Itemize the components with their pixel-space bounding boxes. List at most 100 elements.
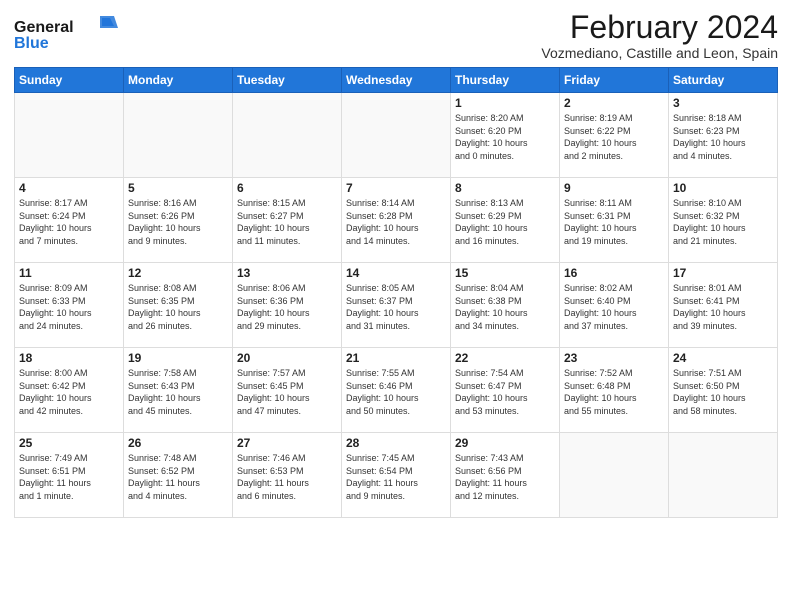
calendar-cell: 25 Sunrise: 7:49 AM Sunset: 6:51 PM Dayli… <box>15 433 124 518</box>
location: Vozmediano, Castille and Leon, Spain <box>541 45 778 61</box>
month-title: February 2024 <box>541 10 778 45</box>
day-number: 25 <box>19 436 119 450</box>
day-number: 3 <box>673 96 773 110</box>
day-info: Sunrise: 8:15 AM Sunset: 6:27 PM Dayligh… <box>237 197 337 247</box>
header-thursday: Thursday <box>451 68 560 93</box>
day-info: Sunrise: 8:04 AM Sunset: 6:38 PM Dayligh… <box>455 282 555 332</box>
day-info: Sunrise: 8:06 AM Sunset: 6:36 PM Dayligh… <box>237 282 337 332</box>
calendar-cell: 22 Sunrise: 7:54 AM Sunset: 6:47 PM Dayli… <box>451 348 560 433</box>
header: General Blue February 2024 Vozmediano, C… <box>14 10 778 61</box>
calendar-cell: 21 Sunrise: 7:55 AM Sunset: 6:46 PM Dayli… <box>342 348 451 433</box>
calendar-cell: 11Sunrise: 8:09 AM Sunset: 6:33 PM Dayli… <box>15 263 124 348</box>
day-number: 5 <box>128 181 228 195</box>
calendar-cell: 23 Sunrise: 7:52 AM Sunset: 6:48 PM Dayli… <box>560 348 669 433</box>
calendar-cell: 9 Sunrise: 8:11 AM Sunset: 6:31 PM Daylig… <box>560 178 669 263</box>
calendar-cell: 27Sunrise: 7:46 AM Sunset: 6:53 PM Dayli… <box>233 433 342 518</box>
day-info: Sunrise: 8:18 AM Sunset: 6:23 PM Dayligh… <box>673 112 773 162</box>
day-info: Sunrise: 8:10 AM Sunset: 6:32 PM Dayligh… <box>673 197 773 247</box>
day-number: 12 <box>128 266 228 280</box>
calendar-week-row: 1 Sunrise: 8:20 AM Sunset: 6:20 PM Daylig… <box>15 93 778 178</box>
calendar-cell: 14 Sunrise: 8:05 AM Sunset: 6:37 PM Dayli… <box>342 263 451 348</box>
day-number: 27 <box>237 436 337 450</box>
calendar-cell: 26 Sunrise: 7:48 AM Sunset: 6:52 PM Dayli… <box>124 433 233 518</box>
day-number: 9 <box>564 181 664 195</box>
day-number: 18 <box>19 351 119 365</box>
calendar-cell: 28 Sunrise: 7:45 AM Sunset: 6:54 PM Dayli… <box>342 433 451 518</box>
day-info: Sunrise: 7:58 AM Sunset: 6:43 PM Dayligh… <box>128 367 228 417</box>
day-info: Sunrise: 8:20 AM Sunset: 6:20 PM Dayligh… <box>455 112 555 162</box>
calendar-cell: 5 Sunrise: 8:16 AM Sunset: 6:26 PM Daylig… <box>124 178 233 263</box>
day-info: Sunrise: 8:17 AM Sunset: 6:24 PM Dayligh… <box>19 197 119 247</box>
svg-text:Blue: Blue <box>14 35 49 52</box>
calendar-cell: 1 Sunrise: 8:20 AM Sunset: 6:20 PM Daylig… <box>451 93 560 178</box>
day-info: Sunrise: 7:48 AM Sunset: 6:52 PM Dayligh… <box>128 452 228 502</box>
day-number: 13 <box>237 266 337 280</box>
header-friday: Friday <box>560 68 669 93</box>
calendar-cell <box>15 93 124 178</box>
calendar-cell: 15 Sunrise: 8:04 AM Sunset: 6:38 PM Dayli… <box>451 263 560 348</box>
day-number: 4 <box>19 181 119 195</box>
calendar-cell: 2 Sunrise: 8:19 AM Sunset: 6:22 PM Daylig… <box>560 93 669 178</box>
day-info: Sunrise: 7:49 AM Sunset: 6:51 PM Dayligh… <box>19 452 119 502</box>
calendar-cell: 7 Sunrise: 8:14 AM Sunset: 6:28 PM Daylig… <box>342 178 451 263</box>
day-number: 17 <box>673 266 773 280</box>
calendar-cell: 3 Sunrise: 8:18 AM Sunset: 6:23 PM Daylig… <box>669 93 778 178</box>
day-info: Sunrise: 8:19 AM Sunset: 6:22 PM Dayligh… <box>564 112 664 162</box>
day-info: Sunrise: 7:43 AM Sunset: 6:56 PM Dayligh… <box>455 452 555 502</box>
day-info: Sunrise: 8:16 AM Sunset: 6:26 PM Dayligh… <box>128 197 228 247</box>
day-info: Sunrise: 8:11 AM Sunset: 6:31 PM Dayligh… <box>564 197 664 247</box>
day-info: Sunrise: 8:14 AM Sunset: 6:28 PM Dayligh… <box>346 197 446 247</box>
calendar-week-row: 11Sunrise: 8:09 AM Sunset: 6:33 PM Dayli… <box>15 263 778 348</box>
calendar-cell <box>124 93 233 178</box>
calendar-cell <box>560 433 669 518</box>
day-info: Sunrise: 7:52 AM Sunset: 6:48 PM Dayligh… <box>564 367 664 417</box>
calendar-week-row: 25 Sunrise: 7:49 AM Sunset: 6:51 PM Dayli… <box>15 433 778 518</box>
day-info: Sunrise: 7:54 AM Sunset: 6:47 PM Dayligh… <box>455 367 555 417</box>
day-number: 6 <box>237 181 337 195</box>
calendar-cell: 10Sunrise: 8:10 AM Sunset: 6:32 PM Dayli… <box>669 178 778 263</box>
day-number: 22 <box>455 351 555 365</box>
day-info: Sunrise: 8:05 AM Sunset: 6:37 PM Dayligh… <box>346 282 446 332</box>
day-number: 28 <box>346 436 446 450</box>
calendar-week-row: 18 Sunrise: 8:00 AM Sunset: 6:42 PM Dayli… <box>15 348 778 433</box>
calendar-cell: 8 Sunrise: 8:13 AM Sunset: 6:29 PM Daylig… <box>451 178 560 263</box>
page: General Blue February 2024 Vozmediano, C… <box>0 0 792 612</box>
calendar-cell: 29Sunrise: 7:43 AM Sunset: 6:56 PM Dayli… <box>451 433 560 518</box>
logo-text: General Blue <box>14 14 124 59</box>
day-info: Sunrise: 7:45 AM Sunset: 6:54 PM Dayligh… <box>346 452 446 502</box>
day-number: 21 <box>346 351 446 365</box>
day-number: 19 <box>128 351 228 365</box>
day-number: 14 <box>346 266 446 280</box>
day-number: 15 <box>455 266 555 280</box>
day-info: Sunrise: 8:09 AM Sunset: 6:33 PM Dayligh… <box>19 282 119 332</box>
calendar-cell: 18 Sunrise: 8:00 AM Sunset: 6:42 PM Dayli… <box>15 348 124 433</box>
calendar-week-row: 4 Sunrise: 8:17 AM Sunset: 6:24 PM Daylig… <box>15 178 778 263</box>
calendar-cell: 17Sunrise: 8:01 AM Sunset: 6:41 PM Dayli… <box>669 263 778 348</box>
day-info: Sunrise: 7:55 AM Sunset: 6:46 PM Dayligh… <box>346 367 446 417</box>
day-info: Sunrise: 8:08 AM Sunset: 6:35 PM Dayligh… <box>128 282 228 332</box>
header-wednesday: Wednesday <box>342 68 451 93</box>
calendar-cell: 6 Sunrise: 8:15 AM Sunset: 6:27 PM Daylig… <box>233 178 342 263</box>
day-number: 23 <box>564 351 664 365</box>
day-number: 8 <box>455 181 555 195</box>
day-number: 2 <box>564 96 664 110</box>
day-number: 26 <box>128 436 228 450</box>
day-number: 7 <box>346 181 446 195</box>
calendar-cell: 24Sunrise: 7:51 AM Sunset: 6:50 PM Dayli… <box>669 348 778 433</box>
calendar-cell <box>669 433 778 518</box>
day-info: Sunrise: 8:13 AM Sunset: 6:29 PM Dayligh… <box>455 197 555 247</box>
header-monday: Monday <box>124 68 233 93</box>
calendar-cell: 16Sunrise: 8:02 AM Sunset: 6:40 PM Dayli… <box>560 263 669 348</box>
header-sunday: Sunday <box>15 68 124 93</box>
day-number: 1 <box>455 96 555 110</box>
calendar-cell: 13 Sunrise: 8:06 AM Sunset: 6:36 PM Dayli… <box>233 263 342 348</box>
logo: General Blue <box>14 14 124 59</box>
title-block: February 2024 Vozmediano, Castille and L… <box>541 10 778 61</box>
calendar: Sunday Monday Tuesday Wednesday Thursday… <box>14 67 778 518</box>
calendar-cell <box>342 93 451 178</box>
header-saturday: Saturday <box>669 68 778 93</box>
calendar-cell: 19 Sunrise: 7:58 AM Sunset: 6:43 PM Dayli… <box>124 348 233 433</box>
day-info: Sunrise: 8:00 AM Sunset: 6:42 PM Dayligh… <box>19 367 119 417</box>
day-info: Sunrise: 7:57 AM Sunset: 6:45 PM Dayligh… <box>237 367 337 417</box>
day-number: 24 <box>673 351 773 365</box>
